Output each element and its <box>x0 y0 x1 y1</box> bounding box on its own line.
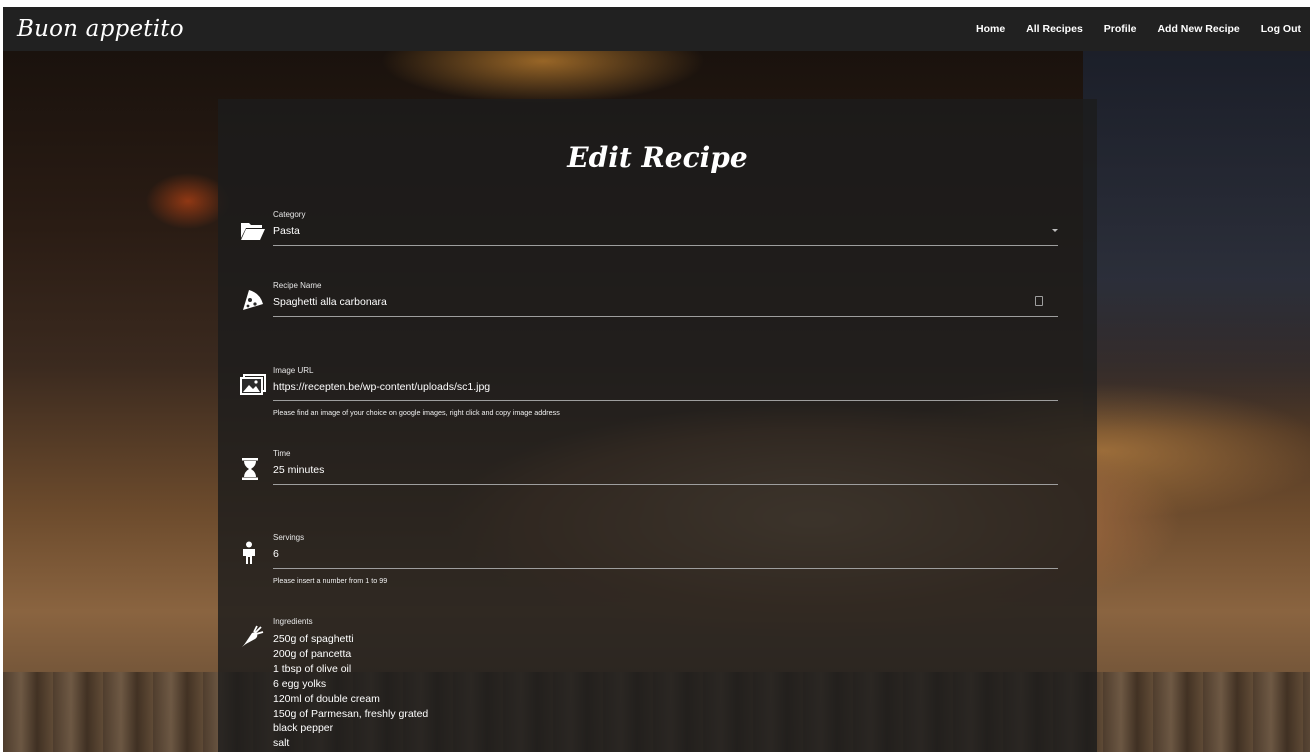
image-url-label: Image URL <box>273 366 314 375</box>
time-field: Time 25 minutes <box>240 449 1058 493</box>
image-url-helper: Please find an image of your choice on g… <box>273 408 560 417</box>
image-url-input[interactable]: https://recepten.be/wp-content/uploads/s… <box>273 381 1013 393</box>
servings-input[interactable]: 6 <box>273 548 1013 560</box>
hourglass-icon <box>240 457 266 483</box>
servings-label: Servings <box>273 533 305 542</box>
pizza-slice-icon <box>240 288 266 314</box>
navbar: Buon appetito Home All Recipes Profile A… <box>3 7 1310 51</box>
ingredient-item: 1 tbsp of olive oil <box>273 662 352 675</box>
servings-field: Servings 6 Please insert a number from 1… <box>240 533 1058 593</box>
category-select[interactable]: Pasta <box>273 225 1013 237</box>
image-icon <box>240 374 266 400</box>
ingredient-item: black pepper <box>273 722 334 735</box>
nav-all-recipes[interactable]: All Recipes <box>1026 23 1083 35</box>
nav-log-out[interactable]: Log Out <box>1261 23 1301 35</box>
ingredient-item: 250g of spaghetti <box>273 633 354 645</box>
ingredients-textarea[interactable]: 250g of spaghetti 200g of pancetta 1 tbs… <box>273 632 428 751</box>
person-icon <box>240 541 266 567</box>
edit-recipe-form: Edit Recipe Category Pasta Recipe Name S… <box>218 99 1097 752</box>
nav-profile[interactable]: Profile <box>1104 23 1137 35</box>
nav-add-new-recipe[interactable]: Add New Recipe <box>1157 23 1239 35</box>
time-label: Time <box>273 449 291 458</box>
carrot-icon <box>240 625 266 651</box>
ingredient-item: salt <box>273 737 290 750</box>
nav-home[interactable]: Home <box>976 23 1005 35</box>
image-url-underline <box>273 400 1058 401</box>
page-title: Edit Recipe <box>567 141 748 174</box>
app-frame: Buon appetito Home All Recipes Profile A… <box>3 7 1310 752</box>
nav-links: Home All Recipes Profile Add New Recipe … <box>955 23 1310 35</box>
ingredients-field: Ingredients 250g of spaghetti 200g of pa… <box>240 617 1058 752</box>
recipe-name-input[interactable]: Spaghetti alla carbonara <box>273 296 1013 308</box>
brand-logo[interactable]: Buon appetito <box>3 16 184 42</box>
ingredients-label: Ingredients <box>273 617 313 626</box>
clipboard-icon <box>1035 296 1043 306</box>
ingredient-item: 120ml of double cream <box>273 692 380 705</box>
folder-open-icon <box>240 220 266 246</box>
time-input[interactable]: 25 minutes <box>273 464 1013 476</box>
ingredient-item: 6 egg yolks <box>273 677 327 690</box>
servings-underline <box>273 568 1058 569</box>
category-label: Category <box>273 210 306 219</box>
ingredient-item: 150g of Parmesan, freshly grated <box>273 707 429 720</box>
category-field: Category Pasta <box>240 210 1058 254</box>
category-underline <box>273 245 1058 246</box>
time-underline <box>273 484 1058 485</box>
servings-helper: Please insert a number from 1 to 99 <box>273 576 388 585</box>
ingredient-item: 200g of pancetta <box>273 647 352 660</box>
recipe-name-label: Recipe Name <box>273 281 322 290</box>
recipe-name-field: Recipe Name Spaghetti alla carbonara <box>240 281 1058 325</box>
chevron-down-icon[interactable] <box>1052 229 1058 232</box>
image-url-field: Image URL https://recepten.be/wp-content… <box>240 366 1058 426</box>
recipe-name-underline <box>273 316 1058 317</box>
